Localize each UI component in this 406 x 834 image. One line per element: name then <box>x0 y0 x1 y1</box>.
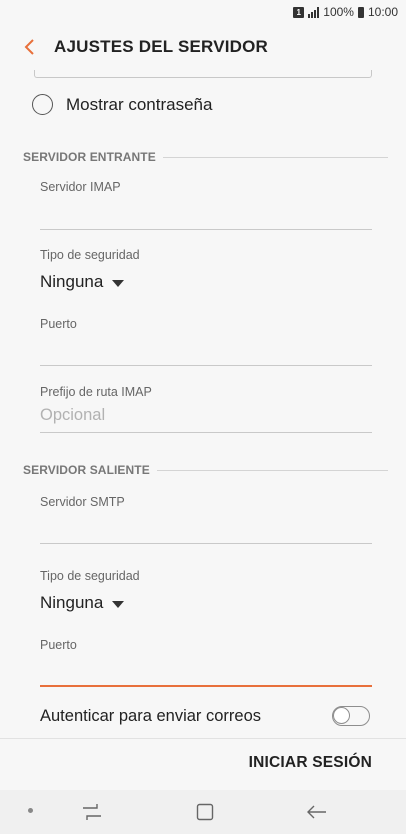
incoming-port-underline <box>40 365 372 366</box>
outgoing-security-label: Tipo de seguridad <box>40 569 140 583</box>
imap-prefix-label: Prefijo de ruta IMAP <box>40 385 152 399</box>
recent-apps-icon[interactable] <box>80 802 104 822</box>
sim-icon: 1 <box>293 6 305 18</box>
show-password-option[interactable]: Mostrar contraseña <box>32 94 212 115</box>
incoming-security-select[interactable]: Ninguna <box>40 272 125 292</box>
status-bar: 1 100% 10:00 <box>0 0 406 24</box>
section-divider <box>162 156 388 158</box>
smtp-server-underline <box>40 543 372 544</box>
outgoing-port-label: Puerto <box>40 638 77 652</box>
imap-prefix-placeholder: Opcional <box>40 406 106 424</box>
outgoing-port-underline-active <box>40 685 372 687</box>
back-arrow-icon[interactable] <box>18 36 40 58</box>
clock: 10:00 <box>367 5 398 19</box>
password-field[interactable] <box>34 70 372 78</box>
signal-icon <box>308 6 320 18</box>
dropdown-arrow-icon <box>112 600 125 608</box>
outgoing-port-input[interactable] <box>40 658 372 686</box>
sign-in-button[interactable]: INICIAR SESIÓN <box>249 754 372 772</box>
section-divider <box>156 469 388 471</box>
auth-row[interactable]: Autenticar para enviar correos <box>40 706 370 726</box>
dropdown-arrow-icon <box>112 279 125 287</box>
smtp-server-input[interactable] <box>40 516 372 544</box>
toggle-knob <box>333 707 350 724</box>
outgoing-section-label: SERVIDOR SALIENTE <box>23 463 150 477</box>
footer: INICIAR SESIÓN <box>0 738 406 790</box>
smtp-server-label: Servidor SMTP <box>40 495 125 509</box>
show-password-label: Mostrar contraseña <box>66 94 213 114</box>
outgoing-security-select[interactable]: Ninguna <box>40 593 125 613</box>
keyboard-dot-icon <box>28 808 33 813</box>
imap-prefix-underline <box>40 432 372 433</box>
settings-form[interactable]: Mostrar contraseña SERVIDOR ENTRANTE Ser… <box>0 70 406 738</box>
auth-label: Autenticar para enviar correos <box>40 706 262 725</box>
imap-server-label: Servidor IMAP <box>40 180 121 194</box>
outgoing-security-value: Ninguna <box>40 593 104 612</box>
incoming-security-label: Tipo de seguridad <box>40 248 140 262</box>
nav-back-icon[interactable] <box>306 802 328 822</box>
incoming-port-input[interactable] <box>40 338 372 366</box>
auth-toggle[interactable] <box>332 706 370 726</box>
imap-server-input[interactable] <box>40 201 372 229</box>
incoming-section-label: SERVIDOR ENTRANTE <box>23 150 156 164</box>
page-title: AJUSTES DEL SERVIDOR <box>54 37 269 56</box>
incoming-security-value: Ninguna <box>40 272 104 291</box>
battery-percent: 100% <box>323 5 354 19</box>
battery-icon <box>357 6 364 18</box>
outgoing-section-header: SERVIDOR SALIENTE <box>23 463 388 477</box>
home-icon[interactable] <box>195 802 215 822</box>
imap-server-underline <box>40 229 372 230</box>
navigation-bar <box>0 790 406 834</box>
app-bar: AJUSTES DEL SERVIDOR <box>0 24 406 70</box>
incoming-section-header: SERVIDOR ENTRANTE <box>23 150 388 164</box>
incoming-port-label: Puerto <box>40 317 77 331</box>
show-password-radio[interactable] <box>32 94 53 115</box>
